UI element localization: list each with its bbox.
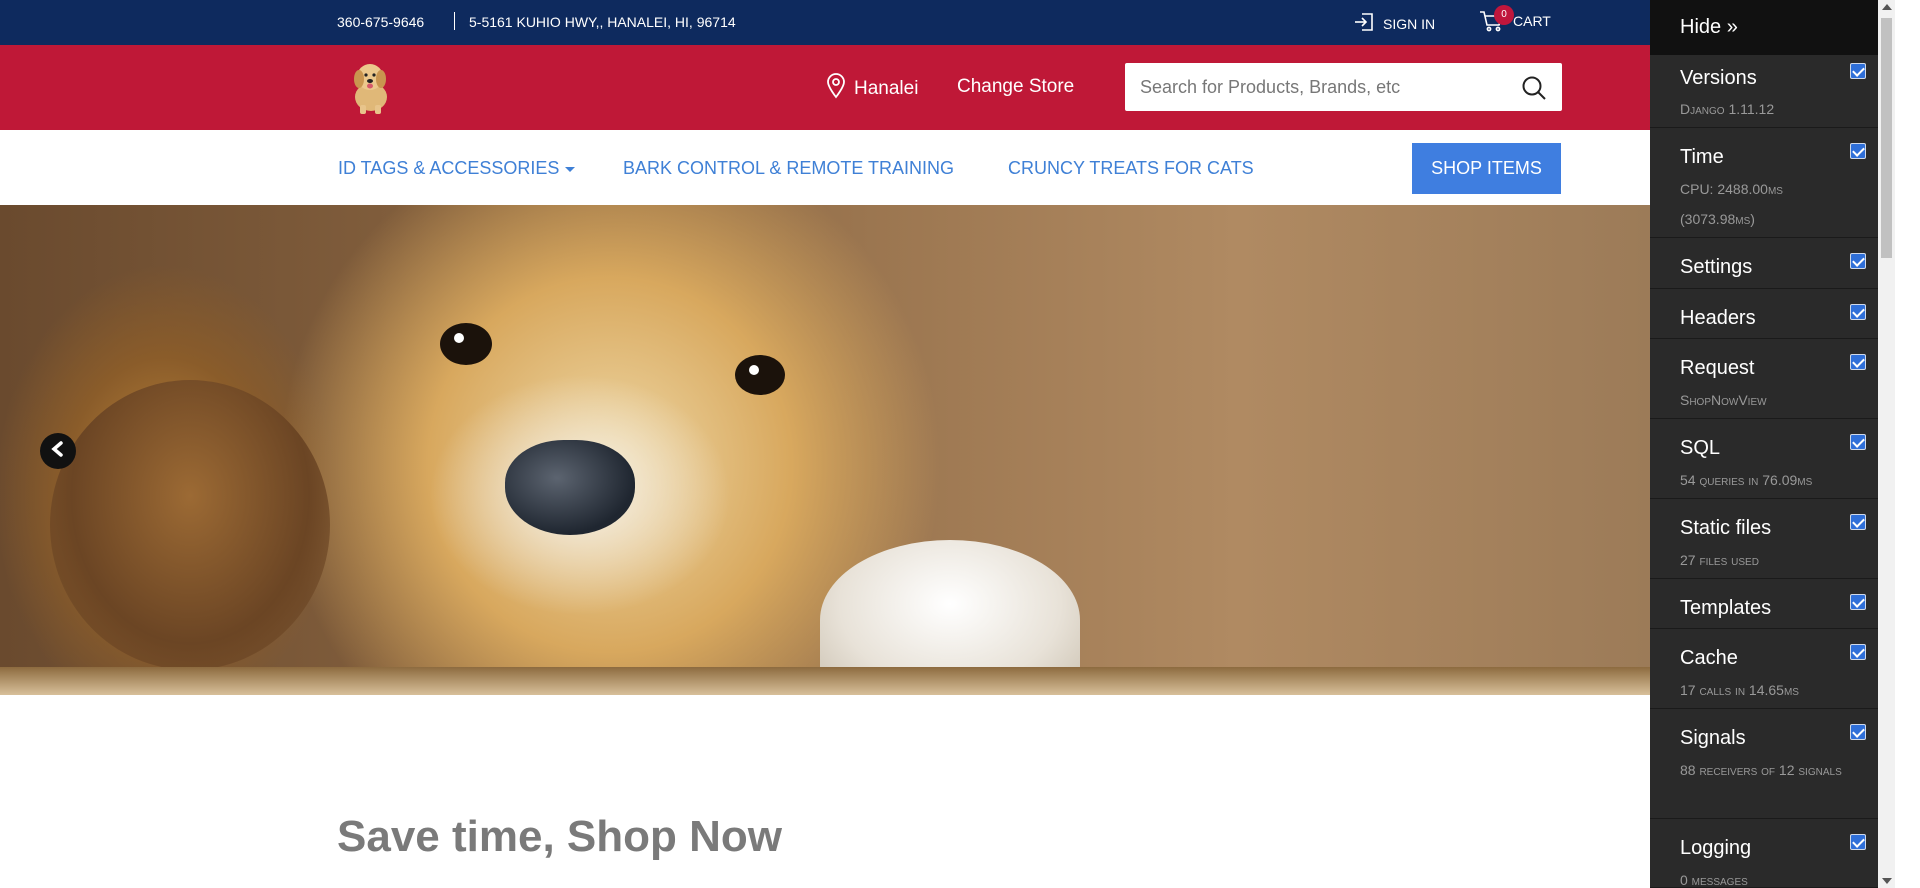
cart-count-badge: 0	[1494, 5, 1514, 25]
panel-checkbox[interactable]	[1850, 354, 1866, 370]
panel-checkbox[interactable]	[1850, 63, 1866, 79]
nav-item-label: ID TAGS & ACCESSORIES	[338, 158, 560, 178]
panel-sql[interactable]: SQL 54 queries in 76.09ms	[1650, 419, 1878, 499]
nav-item-cat-treats[interactable]: CRUNCY TREATS FOR CATS	[1008, 158, 1254, 179]
search-box	[1125, 63, 1562, 111]
panel-signals[interactable]: Signals 88 receivers of 12 signals	[1650, 709, 1878, 819]
panel-checkbox[interactable]	[1850, 434, 1866, 450]
scroll-up-arrow-icon[interactable]	[1882, 4, 1892, 10]
panel-subtitle: 27 files used	[1680, 552, 1759, 568]
panel-title: Static files	[1680, 517, 1772, 539]
window-edge	[1895, 0, 1920, 888]
cart-icon: 0	[1479, 5, 1514, 32]
nav-item-id-tags[interactable]: ID TAGS & ACCESSORIES	[338, 158, 576, 179]
sign-in-label: SIGN IN	[1383, 15, 1436, 32]
sign-in-icon	[1353, 11, 1375, 36]
hero-image	[735, 355, 785, 395]
location-pin-icon	[826, 73, 846, 105]
panel-subtitle: 88 receivers of 12 signals	[1680, 762, 1842, 778]
nav-item-bark-control[interactable]: BARK CONTROL & REMOTE TRAINING	[623, 158, 954, 179]
panel-time[interactable]: Time CPU: 2488.00ms (3073.98ms)	[1650, 128, 1878, 238]
store-location[interactable]: Hanalei	[826, 73, 918, 105]
panel-title: Signals	[1680, 727, 1746, 749]
search-icon[interactable]	[1521, 75, 1547, 106]
panel-subtitle: Django 1.11.12	[1680, 101, 1775, 117]
store-address: 5-5161 KUHIO HWY,, HANALEI, HI, 96714	[469, 14, 736, 30]
panel-title: Versions	[1680, 67, 1757, 89]
search-input[interactable]	[1125, 63, 1505, 111]
carousel-prev-button[interactable]	[40, 433, 76, 469]
panel-title: Cache	[1680, 647, 1738, 669]
page: 360-675-9646 5-5161 KUHIO HWY,, HANALEI,…	[0, 0, 1920, 888]
panel-cache[interactable]: Cache 17 calls in 14.65ms	[1650, 629, 1878, 709]
panel-templates[interactable]: Templates	[1650, 579, 1878, 629]
panel-subtitle: 17 calls in 14.65ms	[1680, 682, 1799, 698]
divider	[454, 12, 455, 30]
top-bar: 360-675-9646 5-5161 KUHIO HWY,, HANALEI,…	[0, 0, 1920, 45]
panel-settings[interactable]: Settings	[1650, 238, 1878, 289]
panel-logging[interactable]: Logging 0 messages	[1650, 819, 1878, 888]
panel-title: Settings	[1680, 256, 1753, 278]
scrollbar-thumb[interactable]	[1881, 18, 1892, 258]
panel-checkbox[interactable]	[1850, 594, 1866, 610]
hero-image	[440, 323, 492, 365]
vertical-scrollbar[interactable]	[1878, 0, 1895, 888]
panel-static-files[interactable]: Static files 27 files used	[1650, 499, 1878, 579]
panel-checkbox[interactable]	[1850, 143, 1866, 159]
debug-toolbar: Hide » Versions Django 1.11.12 Time CPU:…	[1650, 0, 1878, 888]
caret-down-icon	[565, 166, 576, 172]
change-store-link[interactable]: Change Store	[957, 76, 1074, 98]
panel-checkbox[interactable]	[1850, 514, 1866, 530]
cart-link[interactable]: 0 CART	[1479, 5, 1551, 32]
sign-in-link[interactable]: SIGN IN	[1353, 11, 1435, 36]
panel-title: SQL	[1680, 437, 1721, 459]
panel-subtitle: 54 queries in 76.09ms	[1680, 472, 1813, 488]
panel-checkbox[interactable]	[1850, 644, 1866, 660]
panel-subtitle: 0 messages	[1680, 872, 1748, 888]
hero-image	[505, 440, 635, 535]
panel-title: Logging	[1680, 837, 1752, 859]
hide-toolbar-button[interactable]: Hide »	[1650, 0, 1878, 55]
hero-carousel	[0, 205, 1650, 695]
panel-versions[interactable]: Versions Django 1.11.12	[1650, 55, 1878, 128]
panel-title: Headers	[1680, 307, 1756, 329]
panel-title: Request	[1680, 357, 1755, 379]
header-bar: Hanalei Change Store	[0, 45, 1920, 130]
scroll-down-arrow-icon[interactable]	[1882, 878, 1892, 884]
panel-checkbox[interactable]	[1850, 834, 1866, 850]
shop-items-button[interactable]: SHOP ITEMS	[1412, 143, 1561, 194]
cart-label: CART	[1513, 13, 1551, 29]
panel-subtitle: ShopNowView	[1680, 392, 1767, 408]
chevron-left-icon	[49, 440, 67, 463]
panel-checkbox[interactable]	[1850, 724, 1866, 740]
panel-checkbox[interactable]	[1850, 253, 1866, 269]
hero-image	[0, 667, 1650, 695]
store-name: Hanalei	[854, 78, 919, 99]
panel-subtitle: CPU: 2488.00ms (3073.98ms)	[1680, 181, 1783, 227]
logo[interactable]	[346, 59, 396, 115]
main-nav: ID TAGS & ACCESSORIES BARK CONTROL & REM…	[0, 130, 1650, 205]
panel-checkbox[interactable]	[1850, 304, 1866, 320]
panel-headers[interactable]: Headers	[1650, 289, 1878, 339]
panel-request[interactable]: Request ShopNowView	[1650, 339, 1878, 419]
hero-image	[50, 380, 330, 670]
panel-title: Time	[1680, 146, 1724, 168]
panel-title: Templates	[1680, 597, 1772, 619]
phone-number[interactable]: 360-675-9646	[337, 14, 424, 30]
page-headline: Save time, Shop Now	[337, 812, 782, 861]
